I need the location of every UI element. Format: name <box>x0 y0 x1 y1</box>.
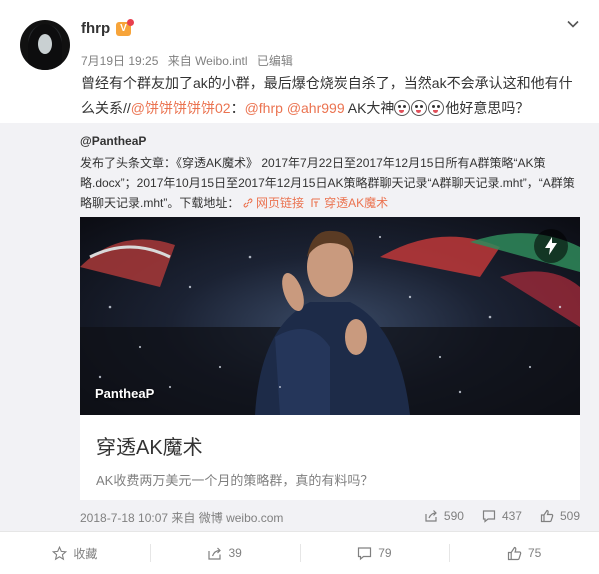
cover-caption: PantheaP <box>95 386 155 401</box>
bolt-button[interactable] <box>534 229 568 263</box>
weibo-post: fhrp V 7月19日 19:25 来自 Weibo.intl 已编辑 曾经有… <box>0 0 599 574</box>
repost-block: @PantheaP 发布了头条文章：《穿透AK魔术》 2017年7月22日至20… <box>0 123 599 531</box>
mention-link[interactable]: @ahr999 <box>287 100 345 116</box>
repost-time-source[interactable]: 2018-7-18 10:07 来自 微博 weibo.com <box>80 511 283 525</box>
star-icon <box>52 545 68 560</box>
article-link-label: 穿透AK魔术 <box>324 196 389 210</box>
cover-illustration <box>80 230 580 415</box>
post-text: 曾经有个群友加了ak的小群，最后爆仓烧炭自杀了，当然ak不会承认这和他有什么关系… <box>81 71 579 121</box>
emoji-icon <box>428 100 445 116</box>
repost-share-button[interactable]: 590 <box>424 509 464 523</box>
action-bar: 收藏 39 79 75 <box>0 531 599 574</box>
mention-link[interactable]: @fhrp <box>245 100 283 116</box>
repost-comment-button[interactable]: 437 <box>482 509 522 523</box>
comment-icon <box>358 546 372 560</box>
avatar[interactable] <box>20 20 70 70</box>
repost-stats: 590 437 509 <box>424 509 580 523</box>
article-icon <box>311 198 320 207</box>
article-link[interactable]: 穿透AK魔术 <box>311 196 388 210</box>
web-link-label: 网页链接 <box>256 196 305 210</box>
avatar-face <box>38 34 52 54</box>
vip-badge-icon[interactable]: V <box>116 19 134 36</box>
emoji-icon <box>411 100 428 116</box>
repost-share-count: 590 <box>443 509 464 523</box>
heart-icon <box>127 19 134 26</box>
edited-label[interactable]: 已编辑 <box>257 54 293 68</box>
like-button[interactable]: 75 <box>449 532 599 574</box>
post-text-part: ： <box>230 100 245 116</box>
share-icon <box>425 510 437 522</box>
article-description: AK收费两万美元一个月的策略群，真的有料吗？ <box>96 473 374 488</box>
web-link[interactable]: 网页链接 <box>243 196 304 210</box>
repost-footer: 2018-7-18 10:07 来自 微博 weibo.com 590 437 … <box>80 509 580 526</box>
emoji-icon <box>394 100 411 116</box>
post-time[interactable]: 7月19日 19:25 <box>81 54 158 68</box>
article-title[interactable]: 穿透AK魔术 <box>96 431 203 460</box>
lightning-icon <box>545 237 557 255</box>
repost-text: 发布了头条文章：《穿透AK魔术》 2017年7月22日至2017年12月15日所… <box>80 153 580 213</box>
post-text-part: 他好意思吗？ <box>445 100 530 116</box>
repost-comment-count: 437 <box>501 509 522 523</box>
repost-count: 39 <box>228 546 242 560</box>
share-icon <box>208 547 222 560</box>
favorite-button[interactable]: 收藏 <box>0 532 150 574</box>
vip-badge-label: V <box>120 23 127 34</box>
mention-link[interactable]: @饼饼饼饼饼02 <box>131 100 231 116</box>
thumbs-up-icon <box>507 546 522 560</box>
chevron-down-icon[interactable] <box>567 18 579 30</box>
repost-button[interactable]: 39 <box>149 532 300 574</box>
username[interactable]: fhrp <box>81 20 110 37</box>
post-text-part: AK大神 <box>344 100 395 116</box>
repost-like-count: 509 <box>559 509 580 523</box>
article-card[interactable]: PantheaP 穿透AK魔术 AK收费两万美元一个月的策略群，真的有料吗？ <box>80 217 580 500</box>
like-count: 75 <box>527 546 542 560</box>
comment-icon <box>482 510 496 523</box>
repost-author[interactable]: @PantheaP <box>80 134 146 148</box>
comment-count: 79 <box>378 546 392 560</box>
thumbs-up-icon <box>540 509 554 523</box>
post-meta: 7月19日 19:25 来自 Weibo.intl 已编辑 <box>81 52 299 69</box>
article-cover-image[interactable]: PantheaP <box>80 217 580 415</box>
favorite-label: 收藏 <box>73 546 98 561</box>
repost-like-button[interactable]: 509 <box>540 509 580 523</box>
link-icon <box>243 198 253 208</box>
post-source: 来自 Weibo.intl <box>167 54 248 68</box>
comment-button[interactable]: 79 <box>299 532 450 574</box>
